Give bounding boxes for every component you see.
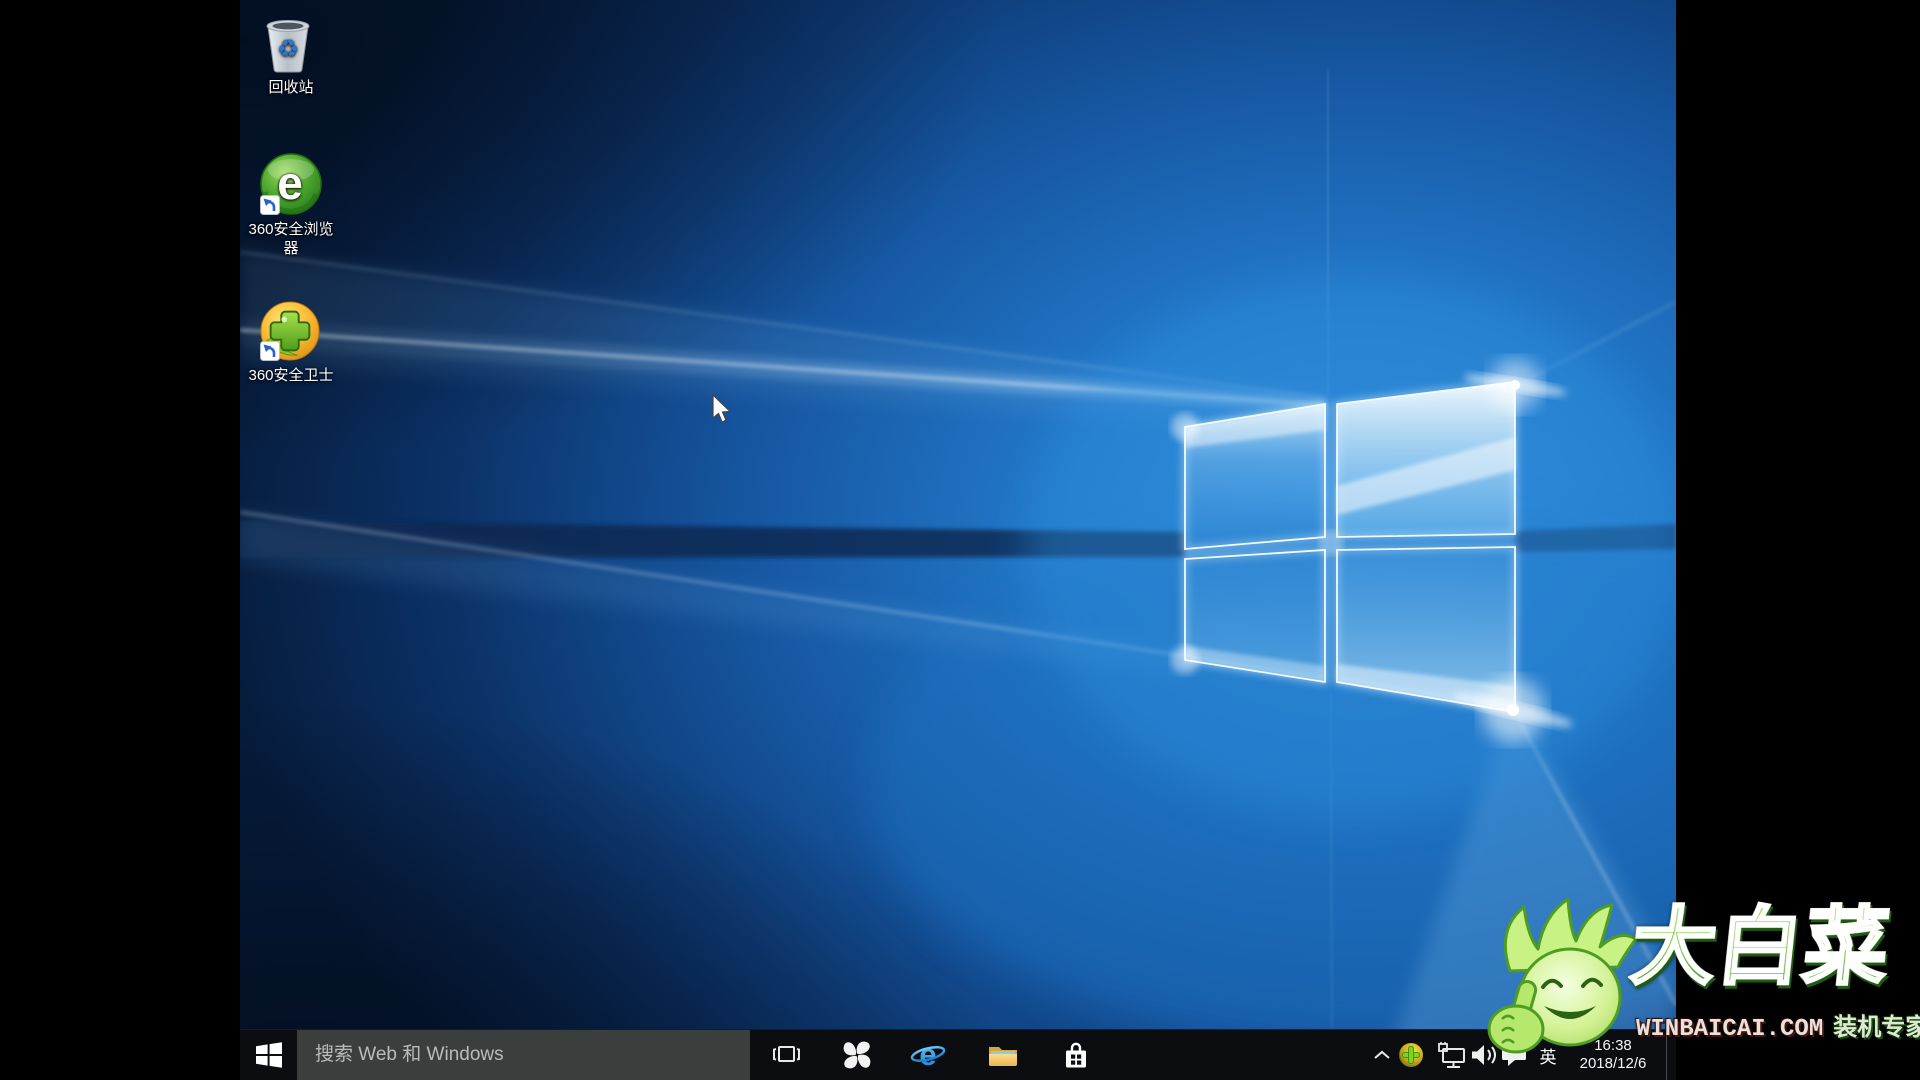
tray-volume-button[interactable] (1469, 1030, 1499, 1080)
clock-date: 2018/12/6 (1580, 1055, 1647, 1073)
file-explorer-button[interactable] (979, 1030, 1027, 1080)
tray-network-button[interactable] (1437, 1030, 1467, 1080)
yellow-sphere-green-cross-icon (259, 300, 323, 362)
clock-time: 16:38 (1594, 1037, 1632, 1055)
touch-keyboard-icon (1501, 1043, 1527, 1067)
windows-logo-icon (254, 1040, 284, 1070)
green-sphere-plus-icon (1398, 1042, 1424, 1068)
tray-360-icon-button[interactable] (1396, 1030, 1426, 1080)
store-bag-icon (1061, 1040, 1091, 1070)
windows10-hero-wallpaper (240, 0, 1676, 1080)
chevron-up-icon (1373, 1049, 1391, 1061)
show-desktop-button[interactable] (1667, 1030, 1676, 1080)
svg-text:e: e (919, 1038, 936, 1072)
green-e-browser-icon: e (259, 152, 323, 216)
network-monitor-icon (1437, 1040, 1467, 1070)
folder-icon (987, 1041, 1019, 1069)
task-view-button[interactable] (762, 1030, 810, 1080)
taskbar: e (240, 1029, 1676, 1080)
recycle-bin-icon: ♻ (259, 12, 323, 74)
recycle-bin-shortcut[interactable]: ♻ 回收站 (240, 12, 344, 97)
360-guard-shortcut[interactable]: 360安全卫士 (240, 300, 344, 385)
360-browser-label-line2: 器 (283, 239, 298, 258)
task-view-icon (771, 1042, 801, 1068)
right-letterbox (1676, 0, 1920, 1080)
360-browser-label-line1: 360安全浏览 (248, 220, 333, 239)
pinwheel-icon (842, 1040, 872, 1070)
recycle-bin-label: 回收站 (268, 78, 313, 97)
wallpaper-art (240, 0, 1676, 1080)
ie-e-icon: e (910, 1038, 946, 1072)
ime-label: 英 (1540, 1043, 1557, 1068)
taskbar-search-box[interactable] (297, 1030, 750, 1080)
svg-text:e: e (277, 157, 303, 209)
tray-touch-keyboard-button[interactable] (1499, 1030, 1529, 1080)
windows-store-button[interactable] (1052, 1030, 1100, 1080)
start-button[interactable] (240, 1030, 297, 1080)
taskbar-clock[interactable]: 16:38 2018/12/6 (1560, 1030, 1666, 1080)
360-browser-shortcut[interactable]: e 360安全浏览 器 (240, 152, 344, 258)
svg-text:♻: ♻ (277, 35, 299, 63)
search-input[interactable] (297, 1030, 750, 1080)
tray-hidden-icons-button[interactable] (1367, 1030, 1397, 1080)
pinwheel-app-button[interactable] (833, 1030, 881, 1080)
shortcut-arrow-badge (260, 341, 280, 361)
360-guard-label: 360安全卫士 (248, 366, 333, 385)
internet-explorer-button[interactable]: e (904, 1030, 952, 1080)
left-letterbox (0, 0, 240, 1080)
speaker-icon (1470, 1042, 1498, 1068)
shortcut-arrow-badge (260, 195, 280, 215)
windows-desktop: ♻ 回收站 e 360安全浏览 (240, 0, 1676, 1080)
